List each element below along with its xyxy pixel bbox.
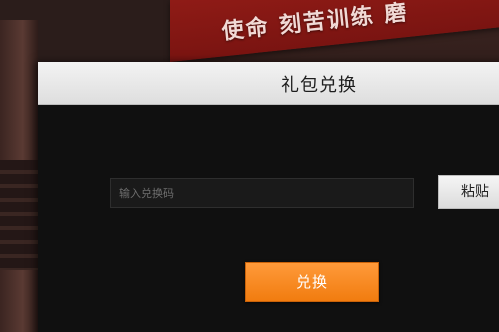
redeem-code-input[interactable] (110, 178, 414, 208)
gift-code-dialog: 礼包兑换 粘贴 兑换 (38, 62, 499, 332)
game-screen: 使命 刻苦训练 磨 礼包兑换 粘贴 兑换 (0, 0, 499, 332)
background-shelf (0, 160, 38, 270)
redeem-button[interactable]: 兑换 (245, 262, 379, 302)
dialog-header: 礼包兑换 (38, 62, 499, 105)
dialog-title: 礼包兑换 (281, 75, 357, 96)
paste-button[interactable]: 粘贴 (438, 175, 499, 209)
